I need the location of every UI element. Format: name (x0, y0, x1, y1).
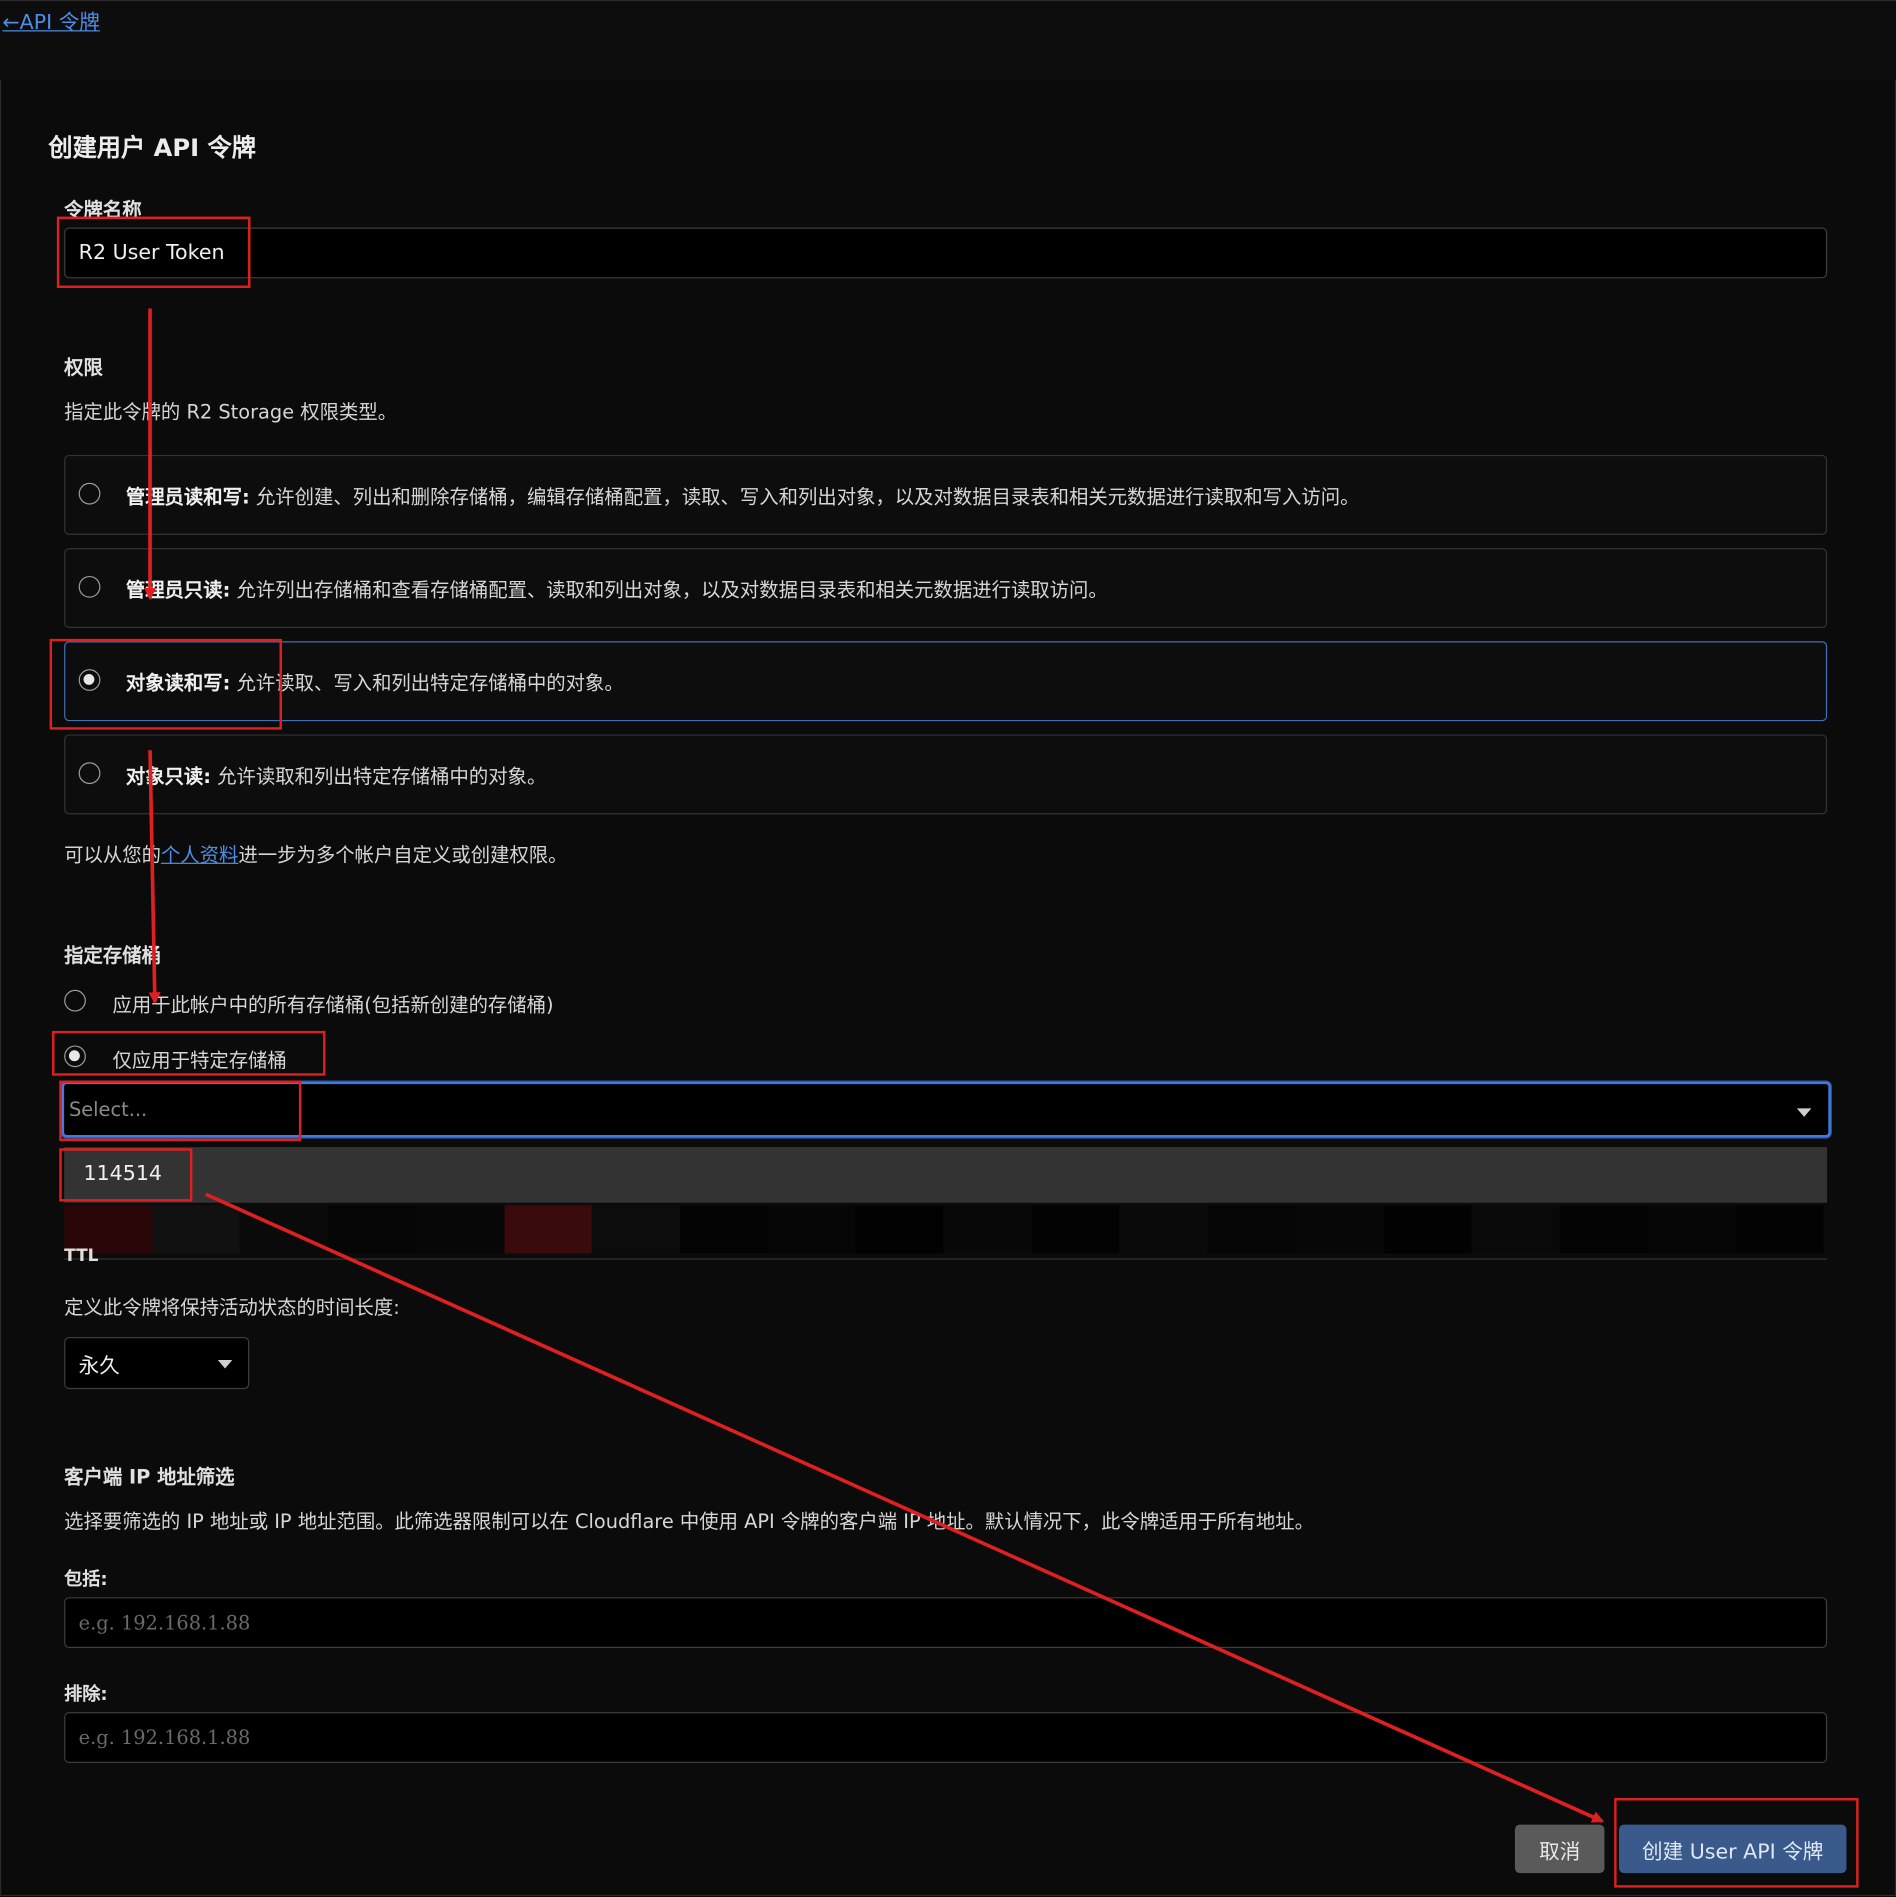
arrow-to-bucket-option (148, 750, 161, 1005)
arrow-to-create-button (204, 1192, 1605, 1823)
annotation-arrows (143, 308, 1605, 1823)
